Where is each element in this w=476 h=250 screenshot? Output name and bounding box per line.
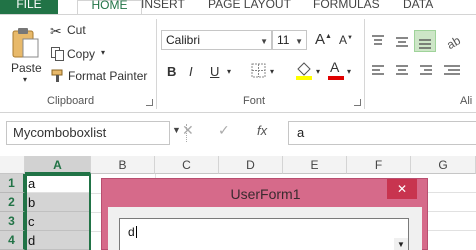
fill-color-icon[interactable] bbox=[295, 60, 313, 80]
ribbon-tab-bar: FILE HOME INSERT PAGE LAYOUT FORMULAS DA… bbox=[0, 0, 476, 15]
tab-home[interactable]: HOME bbox=[77, 0, 142, 15]
font-name-combo[interactable]: Calibri ▼ bbox=[161, 30, 272, 50]
paste-button[interactable]: Paste ▾ bbox=[10, 25, 44, 85]
fill-color-dropdown-icon[interactable]: ▾ bbox=[316, 67, 320, 76]
font-size-combo[interactable]: 11 ▼ bbox=[272, 30, 307, 50]
select-all-corner[interactable] bbox=[0, 156, 25, 174]
copy-icon bbox=[51, 47, 64, 61]
row-header-1[interactable]: 1 bbox=[0, 174, 25, 193]
column-header-g[interactable]: G bbox=[411, 156, 476, 174]
column-header-c[interactable]: C bbox=[155, 156, 219, 174]
align-bottom-button[interactable] bbox=[414, 30, 436, 52]
paste-dropdown-icon[interactable]: ▾ bbox=[23, 75, 27, 84]
tab-data[interactable]: DATA bbox=[403, 0, 433, 14]
font-color-icon: A bbox=[330, 59, 340, 75]
tab-formulas[interactable]: FORMULAS bbox=[313, 0, 380, 14]
userform-combobox[interactable]: d ▼ bbox=[119, 218, 409, 250]
name-box[interactable]: Mycomboboxlist bbox=[6, 121, 170, 145]
close-icon[interactable]: ✕ bbox=[387, 179, 417, 199]
tab-file[interactable]: FILE bbox=[0, 0, 58, 14]
tab-page-layout[interactable]: PAGE LAYOUT bbox=[208, 0, 291, 14]
userform-window[interactable]: UserForm1 ✕ d ▼ bbox=[101, 178, 428, 250]
chevron-down-icon[interactable]: ▼ bbox=[394, 238, 408, 250]
svg-text:ab: ab bbox=[445, 33, 463, 52]
shrink-font-button[interactable]: A▼ bbox=[339, 33, 353, 47]
column-header-f[interactable]: F bbox=[347, 156, 411, 174]
grow-font-button[interactable]: A▲ bbox=[315, 31, 332, 48]
font-group-label: Font bbox=[243, 95, 266, 107]
column-header-b[interactable]: B bbox=[91, 156, 155, 174]
grow-font-icon: A bbox=[315, 31, 326, 48]
font-color-swatch bbox=[328, 76, 344, 80]
insert-function-icon[interactable]: fx bbox=[257, 123, 267, 138]
paste-icon bbox=[12, 28, 39, 58]
row-header-2[interactable]: 2 bbox=[0, 193, 25, 212]
column-header-a[interactable]: A bbox=[25, 156, 91, 174]
formula-bar-area: Mycomboboxlist ▼ ✕ ✓ fx a bbox=[0, 113, 476, 156]
chevron-down-icon: ▼ bbox=[260, 37, 268, 46]
paintbrush-icon bbox=[51, 69, 63, 82]
copy-dropdown-icon[interactable]: ▾ bbox=[101, 48, 105, 57]
grid-right-area[interactable] bbox=[428, 174, 476, 250]
shrink-font-icon: A bbox=[339, 33, 348, 47]
userform-title: UserForm1 bbox=[230, 186, 301, 202]
enter-icon[interactable]: ✓ bbox=[218, 122, 230, 139]
group-separator bbox=[156, 19, 157, 109]
format-painter-button[interactable]: Format Painter bbox=[50, 67, 150, 85]
underline-dropdown-icon[interactable]: ▾ bbox=[227, 67, 231, 76]
orientation-icon[interactable]: ab bbox=[445, 31, 471, 53]
font-color-button[interactable]: A bbox=[328, 59, 344, 81]
borders-icon[interactable] bbox=[251, 63, 266, 78]
cut-label: Cut bbox=[67, 23, 86, 37]
alignment-group-label: Ali bbox=[460, 95, 473, 107]
paste-label: Paste bbox=[11, 61, 42, 75]
userform-body: d ▼ bbox=[108, 207, 422, 250]
tab-insert[interactable]: INSERT bbox=[141, 0, 185, 14]
combobox-value: d bbox=[128, 225, 135, 239]
ribbon: Paste ▾ ✂ Cut Copy ▾ Format Painter Clip… bbox=[0, 14, 476, 113]
bold-button[interactable]: B bbox=[167, 64, 176, 79]
underline-button[interactable]: U bbox=[210, 64, 219, 79]
font-name-value: Calibri bbox=[166, 33, 201, 47]
selection-border bbox=[25, 174, 91, 250]
column-header-e[interactable]: E bbox=[283, 156, 347, 174]
chevron-down-icon: ▼ bbox=[295, 37, 303, 46]
gridline bbox=[428, 230, 476, 231]
italic-button[interactable]: I bbox=[189, 64, 193, 79]
cancel-icon[interactable]: ✕ bbox=[182, 122, 194, 139]
clipboard-dialog-launcher[interactable] bbox=[146, 99, 153, 106]
font-size-value: 11 bbox=[277, 33, 290, 47]
row-header-4[interactable]: 4 bbox=[0, 231, 25, 250]
align-bottom-icon bbox=[419, 39, 431, 49]
font-dialog-launcher[interactable] bbox=[354, 99, 361, 106]
column-header-d[interactable]: D bbox=[219, 156, 283, 174]
row-header-3[interactable]: 3 bbox=[0, 212, 25, 231]
scissors-icon: ✂ bbox=[50, 23, 62, 39]
gridline bbox=[428, 211, 476, 212]
group-separator bbox=[364, 19, 365, 109]
gridline bbox=[428, 192, 476, 193]
clipboard-group-label: Clipboard bbox=[47, 95, 95, 107]
name-box-dropdown-icon[interactable]: ▼ bbox=[172, 125, 181, 135]
borders-dropdown-icon[interactable]: ▾ bbox=[270, 67, 274, 76]
copy-label: Copy bbox=[67, 47, 96, 61]
copy-button[interactable]: Copy ▾ bbox=[50, 45, 110, 63]
cut-button[interactable]: ✂ Cut bbox=[50, 22, 110, 40]
format-painter-label: Format Painter bbox=[68, 69, 148, 83]
formula-input[interactable]: a bbox=[288, 121, 476, 145]
font-color-dropdown-icon[interactable]: ▾ bbox=[347, 67, 351, 76]
horizontal-align-icons bbox=[372, 65, 460, 75]
text-caret bbox=[135, 226, 137, 238]
